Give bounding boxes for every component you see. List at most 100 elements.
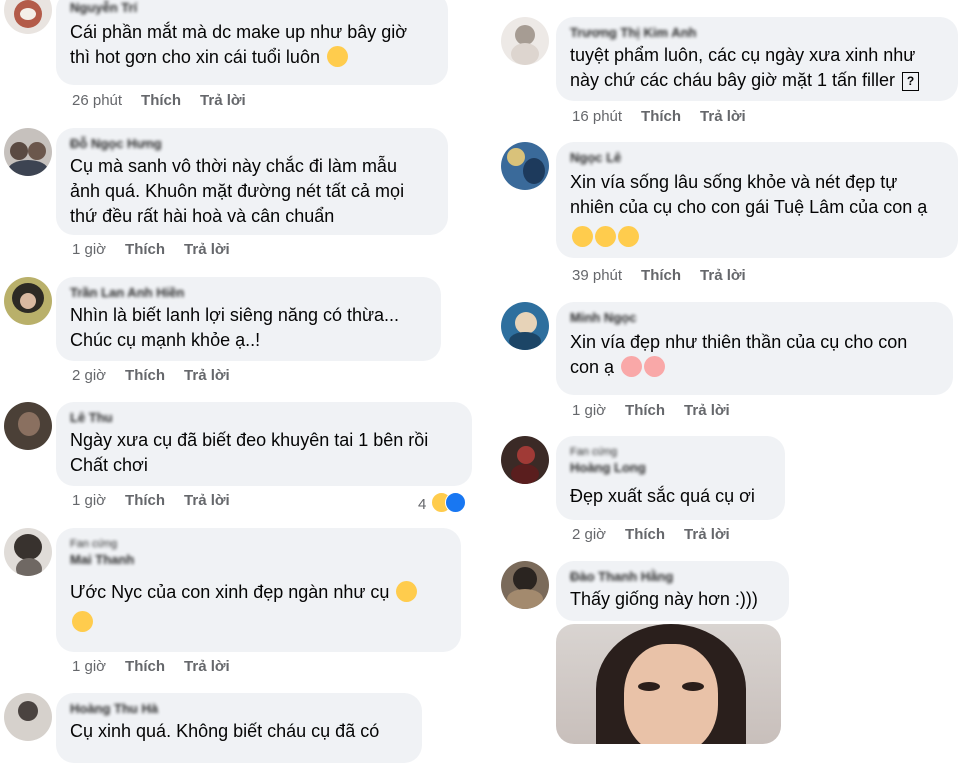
reply-button[interactable]: Trả lời [684, 526, 730, 543]
comment-time[interactable]: 1 giờ [72, 658, 106, 675]
comment-bubble: Trần Lan Anh Hiền Nhìn là biết lanh lợi … [56, 277, 441, 361]
avatar[interactable] [501, 561, 549, 609]
avatar[interactable] [4, 402, 52, 450]
comment-bubble: Ngọc Lê Xin vía sống lâu sống khỏe và né… [556, 142, 958, 258]
comment-text-body: Xin vía đẹp như thiên thần của cụ cho co… [570, 332, 908, 377]
comment-text-body: Xin vía sống lâu sống khỏe và nét đẹp tự… [570, 172, 928, 217]
comment-time[interactable]: 1 giờ [572, 402, 606, 419]
reply-button[interactable]: Trả lời [200, 92, 246, 109]
avatar[interactable] [501, 142, 549, 190]
reply-button[interactable]: Trả lời [700, 108, 746, 125]
avatar[interactable] [4, 128, 52, 176]
comment-time[interactable]: 39 phút [572, 267, 622, 284]
commenter-badge: Fan cứng [570, 446, 618, 458]
comment-bubble: Nguyễn Trí Cái phần mắt mà dc make up nh… [56, 0, 448, 85]
like-button[interactable]: Thích [125, 492, 165, 509]
avatar[interactable] [4, 693, 52, 741]
reply-button[interactable]: Trả lời [184, 367, 230, 384]
smiling-face-emoji-icon [572, 226, 593, 247]
comment-text: Cụ mà sanh vô thời này chắc đi làm mẫu ả… [70, 156, 405, 226]
like-button[interactable]: Thích [125, 241, 165, 258]
comment-time[interactable]: 2 giờ [72, 367, 106, 384]
comment-bubble: Trương Thị Kim Anh tuyệt phẩm luôn, các … [556, 17, 958, 101]
comment-text-body: tuyệt phẩm luôn, các cụ ngày xưa xinh nh… [570, 45, 916, 90]
smiling-hearts-emoji-icon [621, 356, 643, 377]
reply-button[interactable]: Trả lời [684, 402, 730, 419]
comment-text: Nhìn là biết lanh lợi siêng năng có thừa… [70, 305, 400, 350]
comment-actions: 39 phút Thích Trả lời [572, 267, 765, 284]
reply-button[interactable]: Trả lời [700, 267, 746, 284]
relieved-face-emoji-icon [72, 611, 93, 632]
comment-text-body: Cái phần mắt mà dc make up như bây giờ t… [70, 22, 408, 67]
commenter-name[interactable]: Đào Thanh Hằng [570, 569, 775, 585]
pleading-face-emoji-icon [326, 46, 348, 67]
commenter-name[interactable]: Hoàng Thu Hà [70, 701, 408, 717]
attached-photo[interactable] [556, 624, 781, 744]
comment-text: Xin vía đẹp như thiên thần của cụ cho co… [570, 330, 939, 380]
like-button[interactable]: Thích [641, 108, 681, 125]
avatar[interactable] [4, 277, 52, 325]
avatar[interactable] [501, 436, 549, 484]
commenter-name[interactable]: Trần Lan Anh Hiền [70, 285, 427, 301]
like-button[interactable]: Thích [641, 267, 681, 284]
reply-button[interactable]: Trả lời [184, 492, 230, 509]
like-reaction-icon [444, 492, 466, 513]
comment-time[interactable]: 1 giờ [72, 492, 106, 509]
commenter-name[interactable]: Mai Thanh [70, 552, 447, 568]
avatar[interactable] [4, 0, 52, 34]
comment-actions: 2 giờ Thích Trả lời [72, 367, 249, 384]
comment-actions: 1 giờ Thích Trả lời [572, 402, 749, 419]
smiling-face-emoji-icon [595, 226, 616, 247]
like-button[interactable]: Thích [125, 367, 165, 384]
comment-text: Cụ xinh quá. Không biết cháu cụ đã có [70, 721, 380, 741]
commenter-name[interactable]: Nguyễn Trí [70, 0, 434, 16]
reaction-summary[interactable]: 4 [418, 492, 466, 513]
smiling-hearts-emoji-icon [644, 356, 666, 377]
commenter-name[interactable]: Ngọc Lê [570, 150, 944, 166]
comment-bubble: Hoàng Thu Hà Cụ xinh quá. Không biết chá… [56, 693, 422, 763]
comment-actions: 16 phút Thích Trả lời [572, 108, 765, 125]
unknown-glyph-icon: ? [902, 72, 920, 91]
reaction-count: 4 [418, 496, 427, 513]
like-button[interactable]: Thích [125, 658, 165, 675]
comment-time[interactable]: 1 giờ [72, 241, 106, 258]
comment-bubble: Minh Ngọc Xin vía đẹp như thiên thần của… [556, 302, 953, 395]
comment-bubble: Đào Thanh Hằng Thấy giống này hơn :))) [556, 561, 789, 621]
comment-time[interactable]: 16 phút [572, 108, 622, 125]
like-button[interactable]: Thích [625, 402, 665, 419]
comment-actions: 2 giờ Thích Trả lời [572, 526, 749, 543]
commenter-name[interactable]: Lê Thu [70, 410, 458, 426]
avatar[interactable] [501, 17, 549, 65]
comment-text: Xin vía sống lâu sống khỏe và nét đẹp tự… [570, 170, 944, 250]
comment-bubble: Fan cứng Mai Thanh Ước Nyc của con xinh … [56, 528, 461, 652]
commenter-name[interactable]: Hoàng Long [570, 460, 771, 476]
comment-actions: 1 giờ Thích Trả lời [72, 492, 249, 509]
like-button[interactable]: Thích [141, 92, 181, 109]
comment-text: Cái phần mắt mà dc make up như bây giờ t… [70, 20, 434, 70]
commenter-name[interactable]: Minh Ngọc [570, 310, 939, 326]
comment-time[interactable]: 26 phút [72, 92, 122, 109]
commenter-name[interactable]: Trương Thị Kim Anh [570, 25, 944, 41]
avatar[interactable] [4, 528, 52, 576]
comment-text-body: Ước Nyc của con xinh đẹp ngàn như cụ [70, 582, 390, 602]
reply-button[interactable]: Trả lời [184, 658, 230, 675]
like-button[interactable]: Thích [625, 526, 665, 543]
comment-bubble: Fan cứng Hoàng Long Đẹp xuất sắc quá cụ … [556, 436, 785, 520]
comment-actions: 1 giờ Thích Trả lời [72, 658, 249, 675]
commenter-badge: Fan cứng [70, 538, 118, 550]
comment-time[interactable]: 2 giờ [572, 526, 606, 543]
smiling-face-emoji-icon [618, 226, 639, 247]
relieved-face-emoji-icon [396, 581, 418, 602]
comment-text: Đẹp xuất sắc quá cụ ơi [570, 486, 755, 506]
comment-actions: 26 phút Thích Trả lời [72, 92, 265, 109]
comment-text: Thấy giống này hơn :))) [570, 589, 758, 609]
comment-text: Ước Nyc của con xinh đẹp ngàn như cụ [70, 580, 447, 635]
avatar[interactable] [501, 302, 549, 350]
commenter-name[interactable]: Đỗ Ngọc Hưng [70, 136, 434, 152]
comment-bubble: Đỗ Ngọc Hưng Cụ mà sanh vô thời này chắc… [56, 128, 448, 235]
comment-text: Ngày xưa cụ đã biết đeo khuyên tai 1 bên… [70, 430, 429, 475]
comment-bubble: Lê Thu Ngày xưa cụ đã biết đeo khuyên ta… [56, 402, 472, 486]
comment-actions: 1 giờ Thích Trả lời [72, 241, 249, 258]
reply-button[interactable]: Trả lời [184, 241, 230, 258]
comment-text: tuyệt phẩm luôn, các cụ ngày xưa xinh nh… [570, 43, 944, 93]
